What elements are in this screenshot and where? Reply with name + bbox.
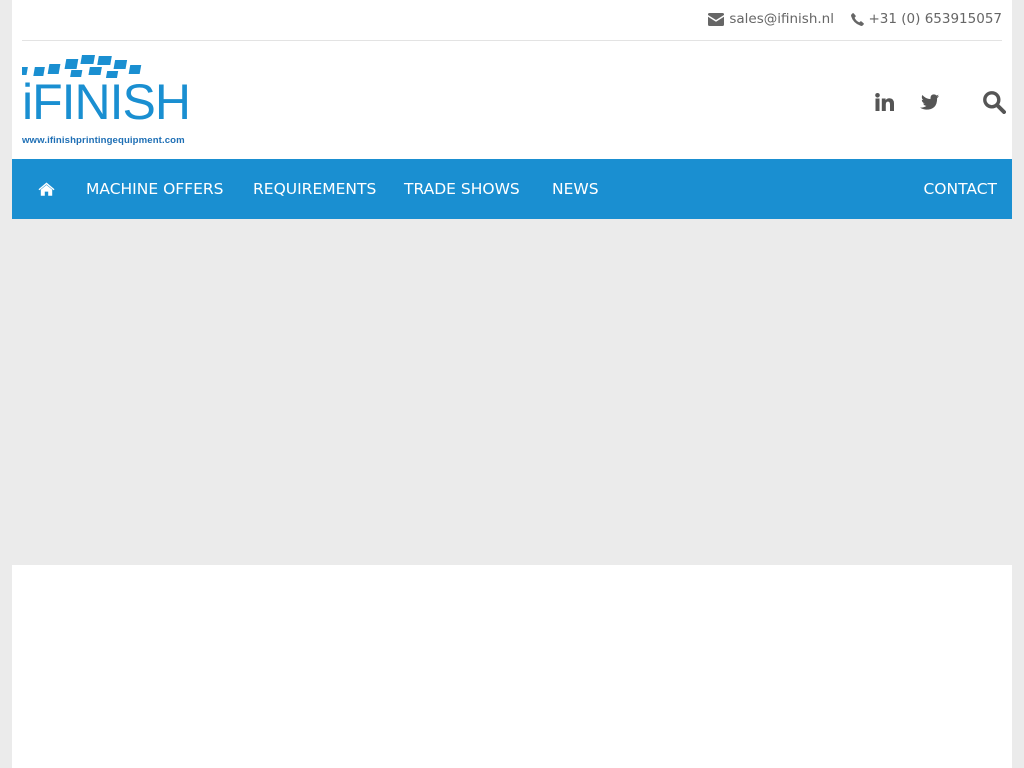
top-contact-bar: sales@ifinish.nl +31 (0) 653915057: [22, 0, 1002, 41]
nav-news[interactable]: NEWS: [552, 159, 599, 219]
nav-trade-shows[interactable]: TRADE SHOWS: [404, 159, 520, 219]
main-navigation: MACHINE OFFERS REQUIREMENTS TRADE SHOWS …: [12, 159, 1012, 219]
phone-icon: [850, 12, 864, 26]
nav-machine-offers[interactable]: MACHINE OFFERS: [86, 159, 224, 219]
logo-wordmark: iFINISH: [22, 74, 191, 130]
search-icon: [983, 91, 1006, 114]
linkedin-link[interactable]: [872, 90, 896, 114]
twitter-link[interactable]: [917, 90, 941, 114]
contact-email-link[interactable]: sales@ifinish.nl: [708, 11, 834, 27]
page: sales@ifinish.nl +31 (0) 653915057 iFINI…: [12, 0, 1012, 768]
search-button[interactable]: [980, 88, 1008, 116]
logo-url-text: www.ifinishprintingequipment.com: [22, 135, 185, 146]
home-icon: [38, 182, 55, 196]
contact-email-text: sales@ifinish.nl: [729, 11, 834, 27]
nav-home[interactable]: [38, 159, 55, 219]
contact-phone-link[interactable]: +31 (0) 653915057: [850, 11, 1003, 27]
envelope-icon: [708, 12, 725, 26]
nav-requirements[interactable]: REQUIREMENTS: [253, 159, 376, 219]
site-logo[interactable]: iFINISH www.ifinishprintingequipment.com: [22, 55, 208, 147]
site-header: sales@ifinish.nl +31 (0) 653915057 iFINI…: [12, 0, 1012, 159]
main-content-area: [12, 565, 1012, 768]
hero-banner-area: [12, 219, 1012, 565]
linkedin-icon: [874, 93, 894, 111]
contact-phone-text: +31 (0) 653915057: [868, 11, 1003, 27]
nav-contact[interactable]: CONTACT: [923, 159, 997, 219]
twitter-icon: [919, 94, 939, 110]
